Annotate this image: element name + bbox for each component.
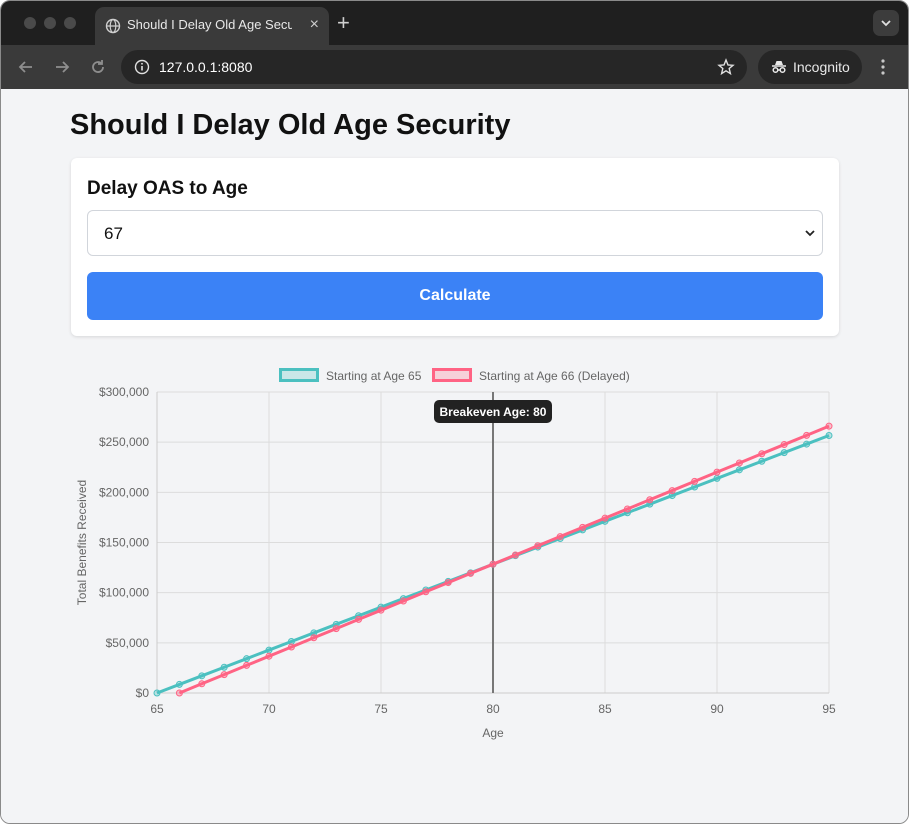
- data-point-0: [713, 474, 721, 482]
- data-point-0: [691, 483, 699, 491]
- calculate-button[interactable]: Calculate: [87, 272, 823, 320]
- y-axis-title: Total Benefits Received: [75, 480, 89, 605]
- data-point-1: [377, 606, 385, 614]
- y-tick-label: $50,000: [106, 636, 150, 650]
- chevron-down-icon: [805, 230, 815, 237]
- data-point-0: [198, 672, 206, 680]
- browser-tab[interactable]: Should I Delay Old Age Security ×: [95, 7, 329, 45]
- x-axis-title: Age: [482, 726, 504, 740]
- incognito-button[interactable]: Incognito: [758, 50, 862, 84]
- data-point-1: [444, 579, 452, 587]
- data-point-0: [243, 655, 251, 663]
- browser-window: Should I Delay Old Age Security × +: [0, 0, 909, 824]
- page-title: Should I Delay Old Age Security: [70, 109, 511, 141]
- data-point-0: [825, 431, 833, 439]
- data-point-1: [601, 514, 609, 522]
- maximize-window-icon[interactable]: [64, 17, 76, 29]
- data-point-1: [825, 422, 833, 430]
- data-point-0: [175, 680, 183, 688]
- series-line-1: [178, 424, 830, 695]
- data-point-1: [735, 459, 743, 467]
- info-icon[interactable]: [134, 59, 150, 75]
- page-content: Should I Delay Old Age Security Delay OA…: [1, 89, 908, 823]
- data-point-1: [287, 643, 295, 651]
- delay-age-select[interactable]: 67: [87, 210, 823, 256]
- address-bar[interactable]: 127.0.0.1:8080: [121, 50, 747, 84]
- delay-form-card: Delay OAS to Age 67 Calculate: [71, 158, 839, 336]
- y-tick-label: $0: [136, 686, 150, 700]
- benefits-chart: Starting at Age 65 Starting at Age 66 (D…: [61, 359, 851, 749]
- tab-bar: Should I Delay Old Age Security × +: [1, 1, 908, 45]
- incognito-label: Incognito: [793, 59, 850, 75]
- x-tick-label: 70: [262, 702, 276, 716]
- data-point-1: [713, 468, 721, 476]
- data-point-0: [220, 663, 228, 671]
- data-point-1: [265, 652, 273, 660]
- data-point-1: [220, 671, 228, 679]
- data-point-1: [355, 615, 363, 623]
- chart-plot: $0 $50,000 $100,000 $150,000 $200,000 $250,00…: [75, 385, 836, 740]
- url-text[interactable]: 127.0.0.1:8080: [159, 59, 252, 75]
- globe-icon: [105, 18, 121, 34]
- chevron-down-icon: [881, 20, 891, 27]
- data-point-1: [803, 431, 811, 439]
- data-point-0: [803, 440, 811, 448]
- data-point-1: [780, 441, 788, 449]
- back-arrow-icon[interactable]: [15, 56, 37, 78]
- data-point-0: [758, 457, 766, 465]
- data-point-1: [332, 625, 340, 633]
- data-point-1: [511, 551, 519, 559]
- browser-toolbar: 127.0.0.1:8080 Incognito: [1, 45, 908, 89]
- data-point-1: [758, 450, 766, 458]
- data-point-1: [243, 661, 251, 669]
- x-tick-label: 90: [710, 702, 724, 716]
- x-tick-label: 85: [598, 702, 612, 716]
- data-point-1: [668, 487, 676, 495]
- data-point-1: [556, 533, 564, 541]
- data-point-1: [579, 523, 587, 531]
- data-point-1: [489, 560, 497, 568]
- x-tick-label: 75: [374, 702, 388, 716]
- reload-icon[interactable]: [87, 56, 109, 78]
- tab-title: Should I Delay Old Age Security: [127, 17, 292, 32]
- data-point-0: [735, 466, 743, 474]
- data-point-1: [422, 588, 430, 596]
- x-tick-label: 95: [822, 702, 836, 716]
- x-tick-label: 80: [486, 702, 500, 716]
- close-window-icon[interactable]: [24, 17, 36, 29]
- data-point-0: [153, 689, 161, 697]
- data-point-1: [646, 496, 654, 504]
- y-tick-label: $100,000: [99, 586, 149, 600]
- data-point-1: [399, 597, 407, 605]
- data-point-0: [780, 449, 788, 457]
- incognito-icon: [772, 61, 786, 74]
- selected-age-value: 67: [104, 224, 123, 243]
- tab-close-icon[interactable]: ×: [310, 16, 319, 34]
- y-tick-label: $200,000: [99, 485, 149, 499]
- data-point-1: [467, 569, 475, 577]
- y-tick-label: $300,000: [99, 385, 149, 399]
- data-point-1: [691, 477, 699, 485]
- y-tick-label: $250,000: [99, 435, 149, 449]
- minimize-window-icon[interactable]: [44, 17, 56, 29]
- new-tab-button[interactable]: +: [337, 10, 350, 36]
- data-point-1: [623, 505, 631, 513]
- data-point-1: [198, 680, 206, 688]
- more-menu-icon[interactable]: [875, 57, 891, 77]
- breakeven-label: Breakeven Age: 80: [440, 405, 547, 419]
- bookmark-star-icon[interactable]: [717, 58, 735, 76]
- data-point-1: [310, 634, 318, 642]
- tab-search-button[interactable]: [873, 10, 899, 36]
- forward-arrow-icon[interactable]: [51, 56, 73, 78]
- data-point-0: [265, 646, 273, 654]
- delay-age-label: Delay OAS to Age: [87, 178, 248, 199]
- data-point-1: [534, 542, 542, 550]
- data-point-1: [175, 689, 183, 697]
- x-tick-label: 65: [150, 702, 164, 716]
- y-tick-label: $150,000: [99, 536, 149, 550]
